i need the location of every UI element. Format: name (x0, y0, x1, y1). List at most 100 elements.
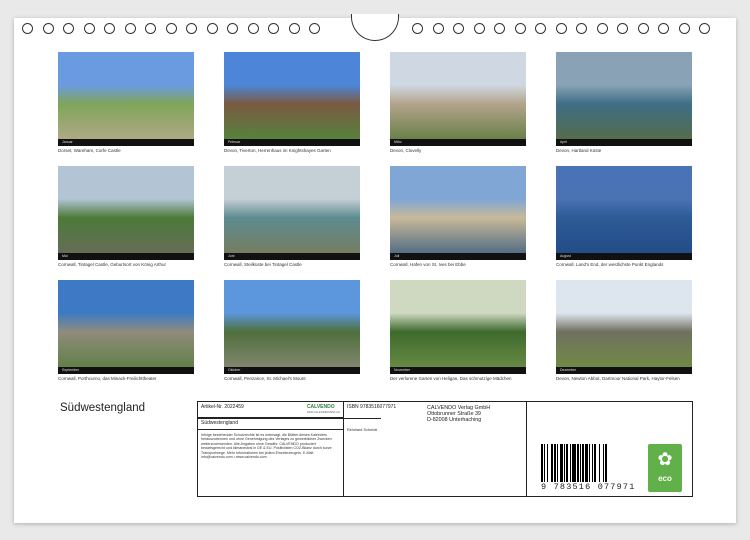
month-label: September (62, 368, 80, 372)
month-photo: Mai (58, 166, 194, 260)
month-strip (224, 253, 360, 260)
month-strip (58, 253, 194, 260)
photo-cell: September Cornwall, Porthcurno, das Minac… (58, 280, 194, 381)
photo-cell: Oktober Cornwall, Penzance, St. Michael's… (224, 280, 360, 381)
photo-cell: Juli Cornwall, Hafen von St. Ives bei Ebb… (390, 166, 526, 267)
month-photo: Januar (58, 52, 194, 146)
binding-ring (576, 23, 587, 34)
month-photo: Juli (390, 166, 526, 260)
month-label: Mai (62, 254, 68, 258)
month-label: April (560, 140, 568, 144)
month-photo: April (556, 52, 692, 146)
publisher-address: CALVENDO Verlag GmbH Ottobrunner Straße … (424, 402, 526, 427)
binding-ring (678, 23, 690, 34)
month-label: Juli (394, 254, 400, 258)
binding-ring (309, 23, 320, 34)
binding-ring (145, 23, 156, 34)
binding-ring (186, 23, 197, 34)
month-strip (224, 367, 360, 374)
calendar-title: Südwestengland (60, 402, 146, 414)
photo-caption: Devon, Tiverton, Herrenhaus im Knightsha… (224, 148, 331, 153)
binding-ring (555, 23, 567, 34)
photo-cell: April Devon, Hartland Küste (556, 52, 692, 153)
month-strip (556, 139, 692, 146)
photo-cell: Dezember Devon, Newton Abbot, Dartmoor Na… (556, 280, 692, 381)
leaf-icon: ✿ (657, 449, 673, 469)
month-label: August (560, 254, 571, 258)
binding-ring (617, 23, 628, 34)
photo-caption: Der verlorene Garten von Heligan, Das sc… (390, 376, 512, 381)
month-label: Februar (228, 140, 241, 144)
month-photo: November (390, 280, 526, 374)
photo-caption: Dorset, Wareham, Corfe Castle (58, 148, 121, 153)
barcode: 9 783516 077971 (541, 444, 637, 492)
month-photo: Dezember (556, 280, 692, 374)
photo-cell: Mai Cornwall, Tintagel Castle, Geburtsort… (58, 166, 194, 267)
binding-ring (268, 23, 279, 34)
photo-caption: Devon, Clovelly (390, 148, 422, 153)
info-calendar-title: Südwestengland (201, 420, 238, 426)
binding-ring (165, 23, 177, 34)
calendar-back-sheet: Januar Dorset, Wareham, Corfe Castle Febru… (14, 14, 736, 523)
binding-ring (288, 23, 300, 34)
photo-cell: August Cornwall, Land's End, der westlich… (556, 166, 692, 267)
binding-ring (432, 23, 444, 34)
binding-ring (42, 23, 54, 34)
info-col-article: Artikel-Nr. 2022459 CALVENDO DER KALENDE… (198, 402, 344, 496)
month-label: Juni (228, 254, 235, 258)
binding-ring (124, 23, 136, 34)
binding-ring (83, 23, 95, 34)
brand-sub: DER KALENDERVERLAG (306, 410, 340, 414)
month-strip (556, 253, 692, 260)
photo-cell: März Devon, Clovelly (390, 52, 526, 153)
month-label: Dezember (560, 368, 577, 372)
month-photo: März (390, 52, 526, 146)
month-label: Januar (62, 140, 73, 144)
barcode-digits: 9 783516 077971 (541, 482, 636, 492)
month-photo: August (556, 166, 692, 260)
eco-badge: ✿ eco (648, 444, 682, 492)
month-label: November (394, 368, 411, 372)
binding-ring (699, 23, 710, 34)
binding-ring (104, 23, 115, 34)
binding-ring (247, 23, 259, 34)
barcode-bar (606, 444, 608, 482)
info-box: Artikel-Nr. 2022459 CALVENDO DER KALENDE… (197, 401, 693, 497)
binding-ring (494, 23, 505, 34)
photo-cell: November Der verlorene Garten von Heligan… (390, 280, 526, 381)
photo-caption: Cornwall, Land's End, der westlichste Pu… (556, 262, 664, 267)
info-divider (198, 418, 381, 419)
month-strip (556, 367, 692, 374)
photo-cell: Juni Cornwall, Steilküste bei Tintagel Ca… (224, 166, 360, 267)
binding-ring (227, 23, 238, 34)
month-strip (58, 139, 194, 146)
month-strip (224, 139, 360, 146)
month-strip (390, 367, 526, 374)
photo-caption: Cornwall, Hafen von St. Ives bei Ebbe (390, 262, 466, 267)
barcode-bars (541, 444, 637, 482)
photo-cell: Februar Devon, Tiverton, Herrenhaus im Kn… (224, 52, 360, 153)
binding-ring (658, 23, 669, 34)
author-name: Reinhard Schmidt (347, 428, 378, 432)
eco-label: eco (658, 474, 672, 483)
month-strip (390, 253, 526, 260)
photo-caption: Devon, Hartland Küste (556, 148, 602, 153)
info-col-publisher: CALVENDO Verlag GmbH Ottobrunner Straße … (424, 402, 527, 496)
calvendo-logo: CALVENDO DER KALENDERVERLAG (307, 404, 340, 414)
legal-text: Infolge bestehender Schutzrechte ist es … (201, 433, 332, 460)
binding-ring (453, 23, 464, 34)
month-photo: September (58, 280, 194, 374)
photo-caption: Cornwall, Penzance, St. Michael's Mount (224, 376, 306, 381)
month-label: Oktober (228, 368, 241, 372)
month-strip (390, 139, 526, 146)
binding-ring (206, 23, 218, 34)
photo-caption: Cornwall, Tintagel Castle, Geburtsort vo… (58, 262, 167, 267)
photo-cell: Januar Dorset, Wareham, Corfe Castle (58, 52, 194, 153)
info-col-isbn: ISBN 9783516077971 Reinhard Schmidt (344, 402, 424, 496)
photo-caption: Cornwall, Porthcurno, das Minack-Freilic… (58, 376, 157, 381)
photo-caption: Devon, Newton Abbot, Dartmoor National P… (556, 376, 680, 381)
month-label: März (394, 140, 402, 144)
binding-ring (63, 23, 74, 34)
binding-ring (22, 23, 33, 34)
binding-ring (596, 23, 608, 34)
